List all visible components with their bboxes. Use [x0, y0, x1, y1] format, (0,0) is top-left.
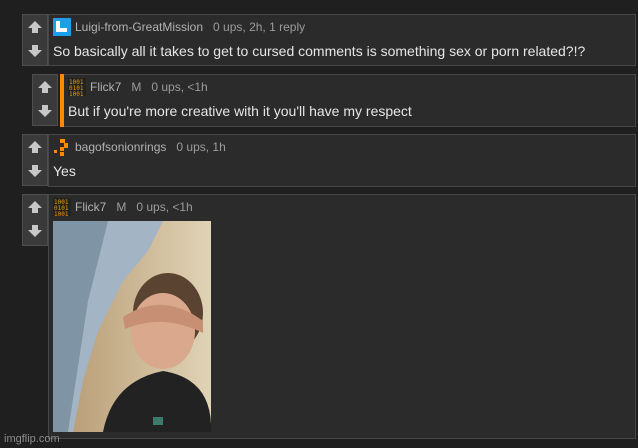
binary-digits-avatar-icon[interactable]: 1001 0101 1001	[53, 198, 71, 218]
upvote-button[interactable]	[23, 135, 47, 159]
arrow-down-icon	[28, 45, 42, 57]
vote-box	[32, 74, 58, 126]
comment-text: So basically all it takes to get to curs…	[53, 43, 586, 59]
downvote-button[interactable]	[33, 99, 57, 123]
arrow-up-icon	[28, 21, 42, 33]
username-link[interactable]: Flick7	[75, 200, 106, 214]
vote-box	[22, 14, 48, 66]
arrow-down-icon	[28, 165, 42, 177]
comment-meta: 0 ups, 1h	[176, 140, 226, 154]
orange-pixel-avatar-icon[interactable]	[53, 138, 71, 156]
comment-meta: 0 ups, <1h	[136, 200, 193, 214]
comment: 1001 0101 1001 Flick7 M 0 ups, <1h But if …	[63, 74, 636, 127]
downvote-button[interactable]	[23, 219, 47, 243]
comment-meta: 0 ups, <1h	[151, 80, 208, 94]
mod-badge: M	[116, 200, 127, 214]
comment: bagofsonionrings 0 ups, 1h Yes	[48, 134, 636, 187]
upvote-button[interactable]	[23, 195, 47, 219]
blue-square-avatar-icon[interactable]	[53, 18, 71, 36]
mod-badge: M	[131, 80, 142, 94]
comment: Luigi-from-GreatMission 0 ups, 2h, 1 rep…	[48, 14, 636, 66]
arrow-up-icon	[28, 201, 42, 213]
comment-text: But if you're more creative with it you'…	[68, 103, 412, 119]
vote-box	[22, 134, 48, 186]
arrow-up-icon	[38, 81, 52, 93]
arrow-down-icon	[38, 105, 52, 117]
upvote-button[interactable]	[23, 15, 47, 39]
comment: 1001 0101 1001 Flick7 M 0 ups, <1h	[48, 194, 636, 439]
downvote-button[interactable]	[23, 159, 47, 183]
username-link[interactable]: Luigi-from-GreatMission	[75, 20, 203, 34]
comment-meta: 0 ups, 2h, 1 reply	[213, 20, 306, 34]
upvote-button[interactable]	[33, 75, 57, 99]
downvote-button[interactable]	[23, 39, 47, 63]
username-link[interactable]: Flick7	[90, 80, 121, 94]
binary-digits-avatar-icon[interactable]: 1001 0101 1001	[68, 78, 86, 98]
vote-box	[22, 194, 48, 246]
comment-image[interactable]	[53, 221, 211, 432]
username-link[interactable]: bagofsonionrings	[75, 140, 166, 154]
reply-indicator-bar	[60, 74, 64, 127]
watermark: imgflip.com	[4, 433, 60, 445]
arrow-up-icon	[28, 141, 42, 153]
arrow-down-icon	[28, 225, 42, 237]
svg-text:1001: 1001	[54, 211, 69, 216]
comment-text: Yes	[53, 163, 76, 179]
svg-text:1001: 1001	[69, 91, 84, 96]
